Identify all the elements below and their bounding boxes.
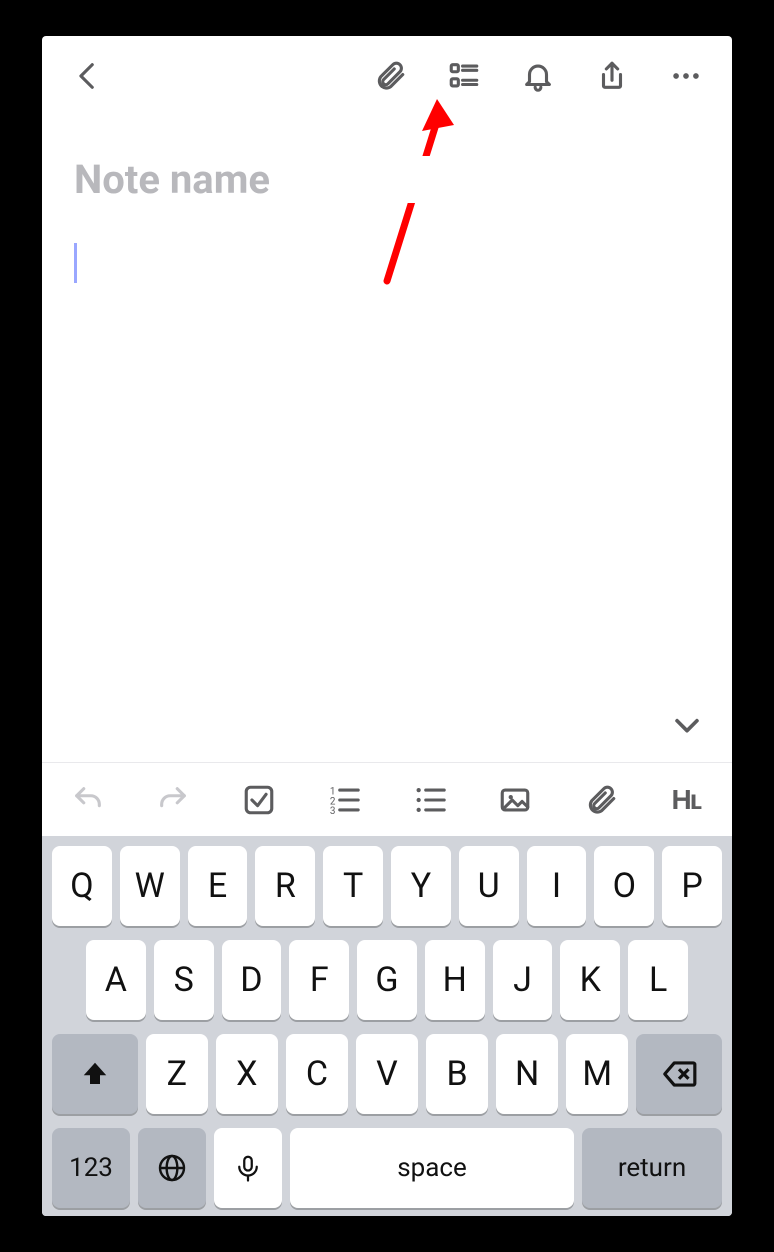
key-w[interactable]: W	[120, 846, 180, 926]
app-screen: 1 2 3 Hʟ Q W E R T Y	[42, 36, 732, 1216]
key-backspace[interactable]	[636, 1034, 722, 1114]
bulleted-list-icon	[413, 783, 447, 817]
key-return[interactable]: return	[582, 1128, 722, 1208]
globe-icon	[156, 1152, 188, 1184]
key-n[interactable]: N	[496, 1034, 558, 1114]
bulleted-list-button[interactable]	[402, 772, 458, 828]
keyboard-row-3: Z X C V B N M	[48, 1034, 726, 1114]
more-button[interactable]	[658, 48, 714, 104]
chevron-down-icon	[670, 708, 704, 742]
top-toolbar	[42, 36, 732, 116]
key-g[interactable]: G	[357, 940, 417, 1020]
key-f[interactable]: F	[289, 940, 349, 1020]
microphone-icon	[233, 1150, 263, 1186]
key-u[interactable]: U	[459, 846, 519, 926]
key-y[interactable]: Y	[391, 846, 451, 926]
backspace-icon	[660, 1055, 698, 1093]
key-t[interactable]: T	[323, 846, 383, 926]
heading-style-button[interactable]: Hʟ	[658, 772, 714, 828]
paperclip-icon	[584, 783, 618, 817]
key-numbers[interactable]: 123	[52, 1128, 130, 1208]
heading-icon: Hʟ	[672, 784, 701, 816]
key-space[interactable]: space	[290, 1128, 574, 1208]
key-h[interactable]: H	[425, 940, 485, 1020]
bell-icon	[521, 59, 555, 93]
keyboard-row-2: A S D F G H J K L	[48, 940, 726, 1020]
key-dictation[interactable]	[214, 1128, 282, 1208]
attach-file-button[interactable]	[573, 772, 629, 828]
chevron-left-icon	[71, 59, 105, 93]
list-layout-icon	[447, 59, 481, 93]
key-b[interactable]: B	[426, 1034, 488, 1114]
more-horizontal-icon	[669, 59, 703, 93]
paperclip-icon	[373, 59, 407, 93]
keyboard-row-1: Q W E R T Y U I O P	[48, 846, 726, 926]
redo-button[interactable]	[145, 772, 201, 828]
key-z[interactable]: Z	[146, 1034, 208, 1114]
key-q[interactable]: Q	[52, 846, 112, 926]
template-button[interactable]	[436, 48, 492, 104]
key-j[interactable]: J	[493, 940, 553, 1020]
undo-button[interactable]	[60, 772, 116, 828]
key-k[interactable]: K	[560, 940, 620, 1020]
image-icon	[498, 783, 532, 817]
key-x[interactable]: X	[216, 1034, 278, 1114]
checkbox-icon	[242, 783, 276, 817]
share-icon	[595, 59, 629, 93]
keyboard-row-4: 123 space return	[48, 1128, 726, 1208]
key-v[interactable]: V	[356, 1034, 418, 1114]
collapse-keyboard-button[interactable]	[662, 700, 712, 750]
svg-text:3: 3	[330, 806, 336, 817]
key-shift[interactable]	[52, 1034, 138, 1114]
back-button[interactable]	[60, 48, 116, 104]
key-c[interactable]: C	[286, 1034, 348, 1114]
key-o[interactable]: O	[594, 846, 654, 926]
checkbox-button[interactable]	[231, 772, 287, 828]
insert-image-button[interactable]	[487, 772, 543, 828]
key-e[interactable]: E	[188, 846, 248, 926]
numbered-list-button[interactable]: 1 2 3	[316, 772, 372, 828]
key-m[interactable]: M	[566, 1034, 628, 1114]
key-l[interactable]: L	[628, 940, 688, 1020]
note-editor[interactable]	[42, 116, 732, 762]
numbered-list-icon: 1 2 3	[327, 783, 361, 817]
redo-icon	[156, 783, 190, 817]
note-title-input[interactable]	[74, 156, 700, 203]
key-p[interactable]: P	[662, 846, 722, 926]
format-toolbar: 1 2 3 Hʟ	[42, 762, 732, 836]
key-s[interactable]: S	[154, 940, 214, 1020]
undo-icon	[71, 783, 105, 817]
key-a[interactable]: A	[86, 940, 146, 1020]
text-cursor	[74, 243, 77, 283]
key-d[interactable]: D	[222, 940, 282, 1020]
onscreen-keyboard: Q W E R T Y U I O P A S D F G H J K L Z	[42, 836, 732, 1216]
key-globe[interactable]	[138, 1128, 206, 1208]
shift-icon	[80, 1059, 110, 1089]
key-i[interactable]: I	[527, 846, 587, 926]
note-body-input[interactable]	[74, 243, 700, 283]
attachment-button[interactable]	[362, 48, 418, 104]
share-button[interactable]	[584, 48, 640, 104]
reminder-button[interactable]	[510, 48, 566, 104]
key-r[interactable]: R	[255, 846, 315, 926]
